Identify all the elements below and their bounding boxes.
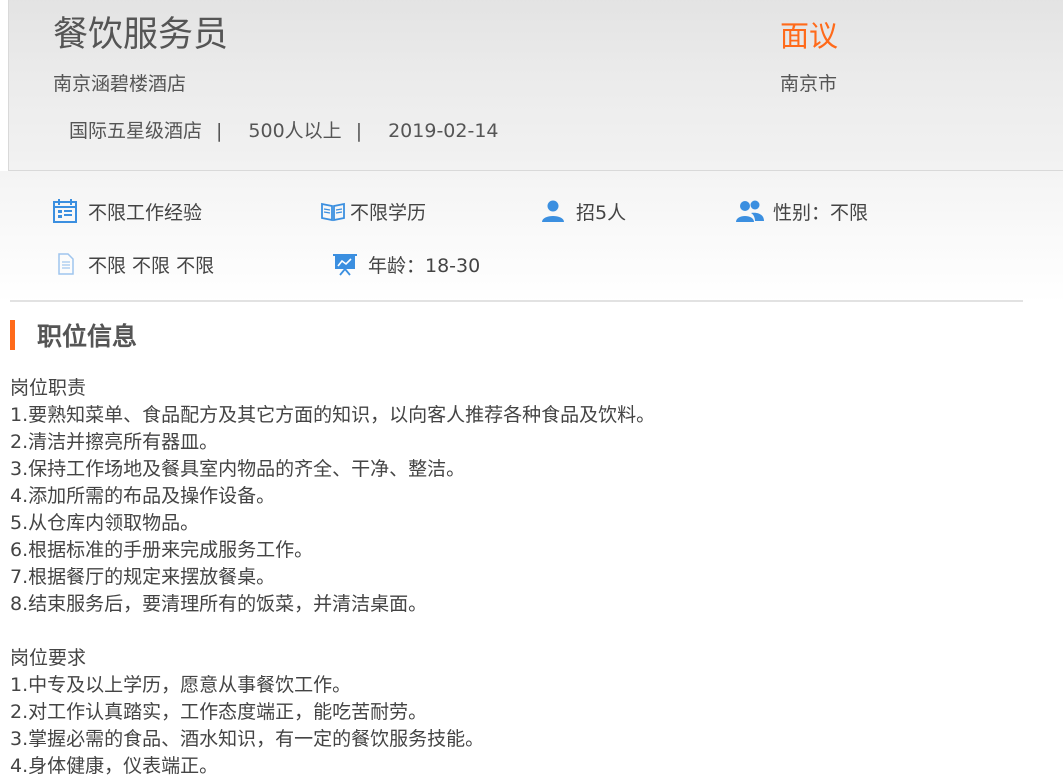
- document-icon: [58, 253, 74, 275]
- age-text: 年龄：18-30: [368, 254, 481, 277]
- age-item: 年龄：18-30: [332, 249, 480, 279]
- education-text: 不限学历: [350, 201, 427, 224]
- meta-separator: |: [355, 120, 363, 142]
- gender-item: 性别：不限: [735, 196, 868, 226]
- job-title: 餐饮服务员: [53, 15, 229, 55]
- duty-item: 2.清洁并擦亮所有器皿。: [10, 431, 219, 453]
- duties-heading: 岗位职责: [10, 377, 87, 399]
- section-title: 职位信息: [37, 322, 138, 351]
- duty-item: 1.要熟知菜单、食品配方及其它方面的知识，以向客人推荐各种食品及饮料。: [10, 404, 656, 426]
- duty-item: 4.添加所需的布品及操作设备。: [10, 485, 276, 507]
- company-name[interactable]: 南京涵碧楼酒店: [53, 71, 186, 97]
- duty-item: 7.根据餐厅的规定来摆放餐桌。: [10, 566, 276, 588]
- job-header-card: 餐饮服务员 面议 南京涵碧楼酒店 南京市 国际五星级酒店 | 500人以上 | 2019…: [8, 0, 1063, 171]
- experience-text: 不限工作经验: [88, 201, 203, 224]
- company-size: 500人以上: [248, 120, 342, 142]
- other-text: 不限 不限 不限: [88, 254, 215, 277]
- calendar-icon: [53, 199, 77, 223]
- duty-item: 5.从仓库内领取物品。: [10, 512, 200, 534]
- user-icon: [542, 200, 564, 222]
- book-icon: [321, 202, 345, 222]
- duty-item: 3.保持工作场地及餐具室内物品的齐全、干净、整洁。: [10, 458, 466, 480]
- post-date: 2019-02-14: [388, 120, 499, 142]
- duty-item: 6.根据标准的手册来完成服务工作。: [10, 539, 314, 561]
- job-requirements-summary: 不限工作经验 不限学历 招5人 性别：不限 不限 不限 不限 年龄：18-30: [0, 171, 1063, 303]
- section-divider: [10, 300, 1023, 302]
- gender-text: 性别：不限: [773, 201, 869, 224]
- requirement-item: 1.中专及以上学历，愿意从事餐饮工作。: [10, 674, 352, 696]
- other-item: 不限 不限 不限: [52, 249, 214, 279]
- job-city: 南京市: [780, 73, 838, 95]
- duty-item: 8.结束服务后，要清理所有的饭菜，并清洁桌面。: [10, 593, 428, 615]
- section-header: 职位信息: [10, 319, 137, 351]
- section-accent-bar: [10, 320, 15, 350]
- meta-separator: |: [216, 120, 223, 142]
- company-type: 国际五星级酒店: [69, 120, 203, 142]
- presentation-icon: [333, 254, 357, 276]
- education-item: 不限学历: [320, 196, 426, 226]
- headcount-item: 招5人: [540, 196, 626, 226]
- requirements-heading: 岗位要求: [10, 647, 87, 669]
- requirement-item: 2.对工作认真踏实，工作态度端正，能吃苦耐劳。: [10, 701, 428, 723]
- headcount-text: 招5人: [576, 201, 627, 224]
- job-description: 岗位职责 1.要熟知菜单、食品配方及其它方面的知识，以向客人推荐各种食品及饮料。…: [10, 375, 1060, 780]
- requirement-item: 3.掌握必需的食品、酒水知识，有一定的餐饮服务技能。: [10, 728, 485, 750]
- salary: 面议: [780, 19, 839, 53]
- users-icon: [736, 200, 764, 222]
- experience-item: 不限工作经验: [52, 196, 202, 226]
- company-meta: 国际五星级酒店 | 500人以上 | 2019-02-14: [69, 118, 499, 144]
